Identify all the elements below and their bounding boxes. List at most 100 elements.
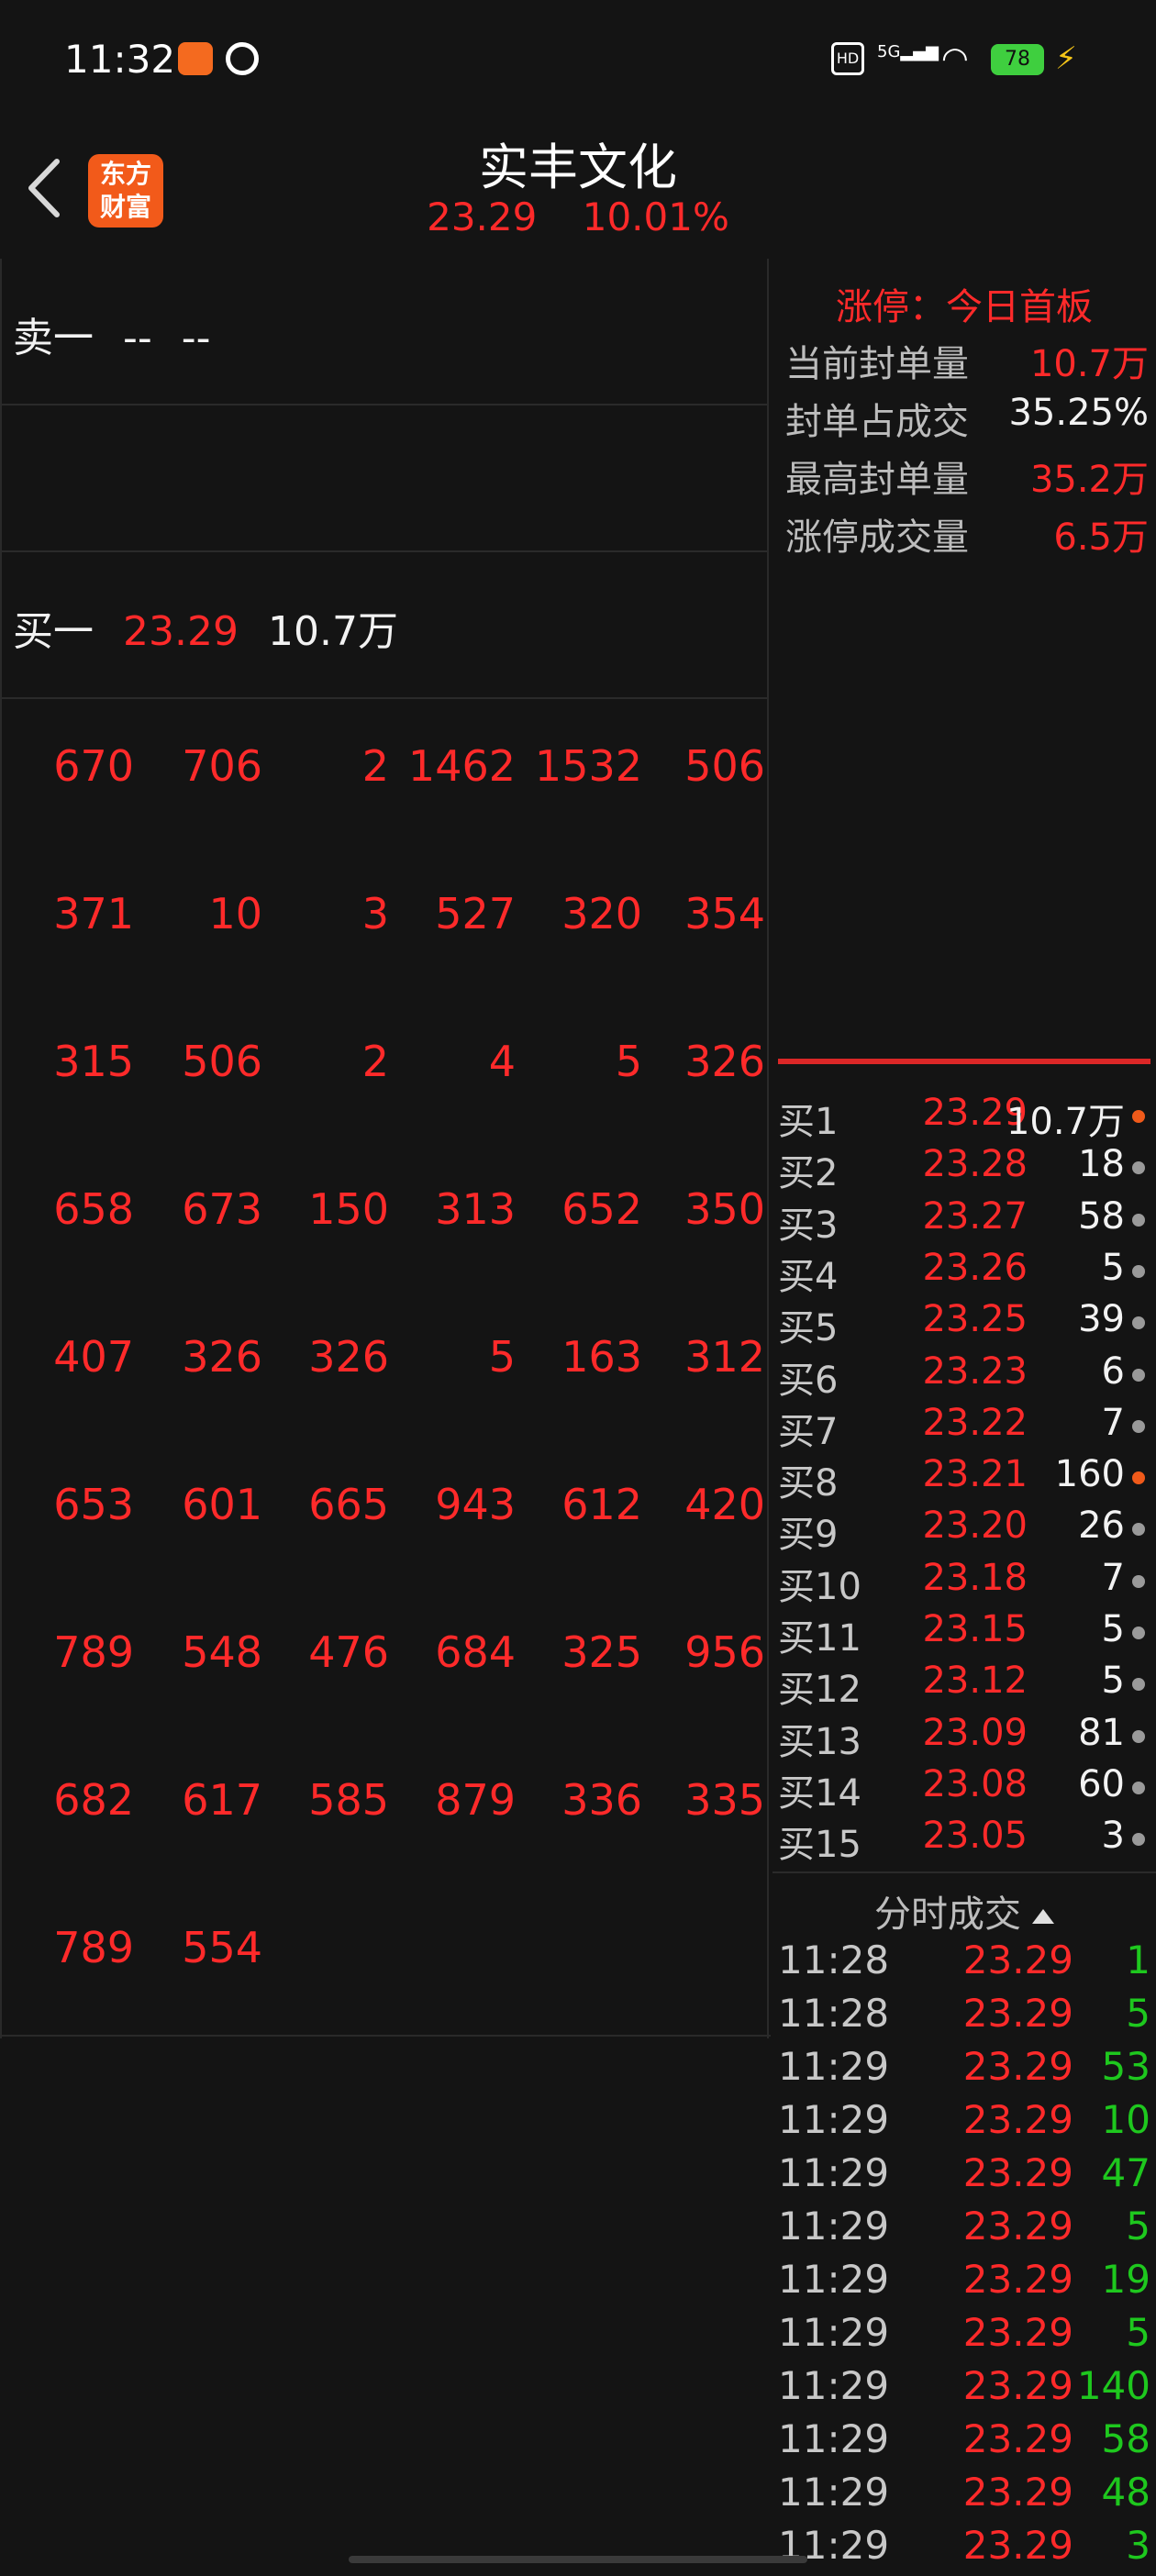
trade-volume: 3 — [1126, 2523, 1150, 2568]
stat-value: 10.7万 — [1029, 343, 1149, 385]
time-sales-title: 分时成交 — [874, 1893, 1021, 1936]
bid-level-row[interactable]: 买1 23.29 10.7万 — [773, 1092, 1156, 1143]
bid-level-row[interactable]: 买2 23.28 18 — [773, 1143, 1156, 1194]
trade-time: 11:29 — [778, 2204, 890, 2248]
time-sales-header[interactable]: 分时成交 — [773, 1884, 1156, 1938]
bid-level-label: 买15 — [778, 1824, 861, 1867]
stat-label: 涨停成交量 — [785, 516, 969, 559]
stock-price: 23.29 — [427, 194, 538, 239]
trade-price: 23.29 — [962, 2523, 1073, 2568]
notification-app-icon — [178, 42, 213, 75]
stock-quote: 23.29 10.01% — [0, 194, 1156, 239]
bid-level-row[interactable]: 买8 23.21 160 — [773, 1453, 1156, 1505]
bid-level-volume: 5 — [1101, 1660, 1125, 1703]
time-sales-panel[interactable]: 分时成交 11:28 23.29 1 11:28 23.29 5 11:29 23.29 53 1… — [773, 1871, 1156, 2570]
order-dot-icon — [1132, 1574, 1145, 1588]
bid-level-price: 23.25 — [922, 1298, 1028, 1341]
trade-volume: 1 — [1126, 1938, 1150, 1982]
bid-level-row[interactable]: 买15 23.05 3 — [773, 1815, 1156, 1866]
trade-time: 11:29 — [778, 2044, 890, 2089]
buy1-row: 买一 23.29 10.7万 — [2, 552, 767, 699]
queue-cell: 682 — [53, 1775, 134, 1825]
trade-time: 11:28 — [778, 1938, 890, 1982]
trade-time: 11:29 — [778, 2097, 890, 2142]
trade-volume: 10 — [1101, 2097, 1150, 2142]
bid-ladder[interactable]: 买1 23.29 10.7万 买2 23.28 18 买3 23.27 58 买4 23.26 5 买5… — [773, 1068, 1156, 1871]
bid-level-price: 23.26 — [922, 1246, 1028, 1289]
order-dot-icon — [1132, 1368, 1145, 1382]
bid-level-row[interactable]: 买11 23.15 5 — [773, 1608, 1156, 1660]
bid-level-label: 买12 — [778, 1669, 861, 1712]
queue-cell: 1532 — [534, 741, 642, 791]
buy1-label: 买一 — [13, 608, 94, 655]
bid-level-label: 买4 — [778, 1255, 839, 1298]
bid-level-price: 23.18 — [922, 1556, 1028, 1599]
bid-level-label: 买8 — [778, 1462, 839, 1505]
queue-row: 682 617 585 879 336 335 — [2, 1737, 767, 1884]
bid-level-row[interactable]: 买3 23.27 58 — [773, 1195, 1156, 1247]
limit-up-stat-row: 涨停成交量 6.5万 — [785, 507, 1149, 562]
bid-level-row[interactable]: 买13 23.09 81 — [773, 1712, 1156, 1763]
bid-level-row[interactable]: 买6 23.23 6 — [773, 1350, 1156, 1402]
home-indicator[interactable] — [349, 2556, 807, 2563]
buy1-price: 23.29 — [123, 608, 239, 655]
queue-cell: 335 — [684, 1775, 765, 1825]
queue-cell: 325 — [561, 1627, 642, 1677]
queue-cell: 527 — [435, 889, 516, 938]
bid-level-label: 买10 — [778, 1565, 861, 1608]
order-queue-panel: 卖一 -- -- 买一 23.29 10.7万 670 706 2 1462 1532 5… — [0, 259, 771, 2038]
signal-icon: 5G▂▄▆ — [877, 42, 939, 75]
sell1-row: 卖一 -- -- — [2, 259, 767, 405]
bid-level-row[interactable]: 买12 23.12 5 — [773, 1660, 1156, 1711]
trade-time: 11:29 — [778, 2257, 890, 2302]
order-dot-icon — [1132, 1419, 1145, 1433]
bid-level-row[interactable]: 买4 23.26 5 — [773, 1247, 1156, 1298]
bid-level-row[interactable]: 买14 23.08 60 — [773, 1763, 1156, 1815]
hd-icon: HD — [831, 42, 864, 75]
divider — [778, 1059, 1150, 1064]
limit-up-stat-row: 当前封单量 10.7万 — [785, 334, 1149, 389]
signal-bars-icon: ▂▄▆ — [900, 42, 939, 61]
bid-level-row[interactable]: 买10 23.18 7 — [773, 1557, 1156, 1608]
bid-level-volume: 7 — [1101, 1556, 1125, 1599]
queue-cell: 706 — [182, 741, 262, 791]
queue-cell: 312 — [684, 1332, 765, 1382]
sort-up-icon[interactable] — [1032, 1909, 1054, 1924]
queue-cell: 658 — [53, 1184, 134, 1234]
queue-cell: 670 — [53, 741, 134, 791]
trade-price: 23.29 — [962, 2310, 1073, 2355]
network-type-label: 5G — [877, 42, 901, 61]
trade-time: 11:29 — [778, 2310, 890, 2355]
limit-up-info-panel: 涨停：今日首板 当前封单量 10.7万 封单占成交 35.25% 最高封单量 35.2万涨… — [773, 259, 1156, 1057]
bid-level-row[interactable]: 买9 23.20 26 — [773, 1505, 1156, 1556]
queue-row: 789 548 476 684 325 956 — [2, 1589, 767, 1737]
stat-value: 6.5万 — [1053, 516, 1149, 559]
queue-cell: 5 — [488, 1332, 516, 1382]
bid-level-row[interactable]: 买7 23.22 7 — [773, 1402, 1156, 1453]
queue-cell: 956 — [684, 1627, 765, 1677]
queue-cell: 420 — [684, 1480, 765, 1529]
stock-name: 实丰文化 — [479, 139, 677, 196]
order-dot-icon — [1132, 1213, 1145, 1227]
grid-bottom-border — [2, 2035, 771, 2037]
bid-level-volume: 18 — [1078, 1143, 1125, 1186]
queue-cell: 326 — [308, 1332, 389, 1382]
bid-level-volume: 39 — [1078, 1298, 1125, 1341]
trade-time: 11:28 — [778, 1991, 890, 2036]
trade-price: 23.29 — [962, 2204, 1073, 2248]
bid-level-label: 买13 — [778, 1720, 861, 1763]
queue-cell: 665 — [308, 1480, 389, 1529]
bid-level-volume: 160 — [1054, 1453, 1125, 1496]
limit-up-title: 涨停：今日首板 — [836, 286, 1093, 328]
trade-time: 11:29 — [778, 2416, 890, 2461]
queue-cell: 163 — [561, 1332, 642, 1382]
trade-price: 23.29 — [962, 2044, 1073, 2089]
bid-level-volume: 10.7万 — [1006, 1101, 1125, 1143]
bid-level-price: 23.21 — [922, 1453, 1028, 1496]
bid-level-label: 买5 — [778, 1307, 839, 1350]
trade-row: 11:28 23.29 1 — [773, 1938, 1156, 1991]
order-dot-icon — [1132, 1110, 1145, 1123]
bid-level-row[interactable]: 买5 23.25 39 — [773, 1298, 1156, 1349]
trade-row: 11:29 23.29 58 — [773, 2416, 1156, 2470]
bid-level-volume: 7 — [1101, 1401, 1125, 1444]
